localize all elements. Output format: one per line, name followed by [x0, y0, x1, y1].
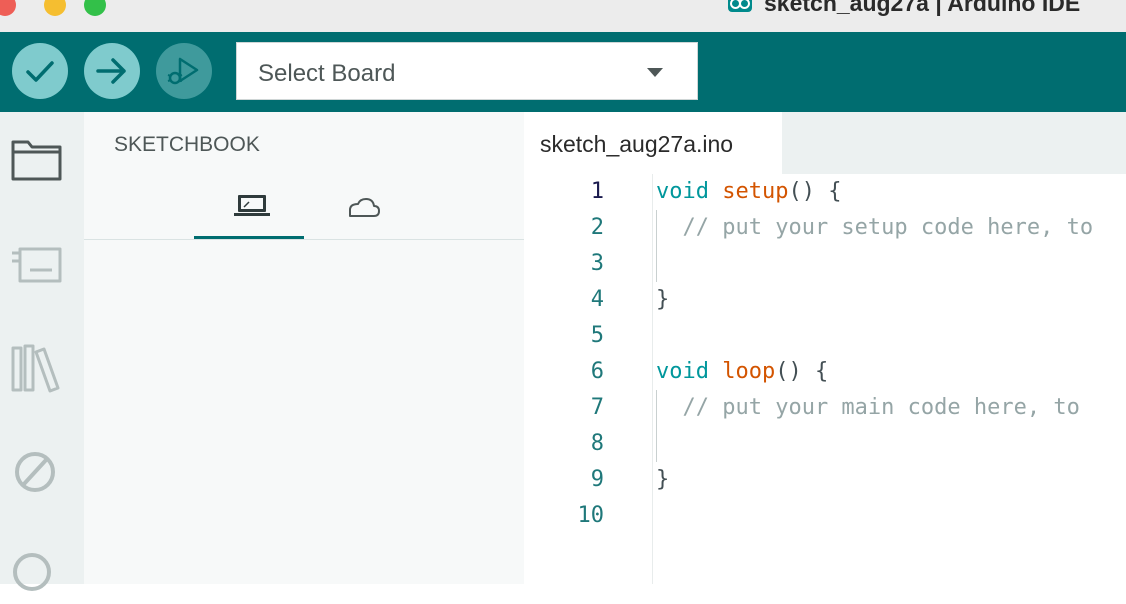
code-editor[interactable]: void setup() { // put your setup code he…: [656, 174, 1126, 584]
line-number-gutter: 1 2 3 4 5 6 7 8 9 10: [524, 174, 616, 584]
debug-disabled-icon: [15, 452, 55, 492]
cloud-icon: [349, 198, 380, 217]
close-window-button[interactable]: [0, 0, 16, 16]
arrow-right-icon: [96, 58, 126, 84]
keyword-token: void: [656, 359, 709, 384]
arduino-logo-icon: [728, 0, 752, 12]
file-tab-label: sketch_aug27a.ino: [540, 131, 734, 157]
library-manager-button[interactable]: [8, 340, 64, 396]
code-line: // put your main code here, to: [656, 395, 1080, 420]
maximize-window-button[interactable]: [84, 0, 106, 16]
window-title: sketch_aug27a | Arduino IDE: [764, 0, 1081, 16]
editor-area: sketch_aug27a.ino 1 2 3 4 5 6 7 8 9 10 v…: [524, 112, 1126, 584]
toolbar: Select Board: [0, 32, 1126, 112]
debug-panel-button[interactable]: [8, 444, 64, 500]
debug-button[interactable]: [156, 43, 212, 99]
function-token: setup: [722, 179, 789, 204]
debug-icon: [167, 57, 199, 85]
laptop-icon: [234, 195, 270, 216]
folder-icon: [11, 140, 62, 181]
code-line: void loop() {: [656, 354, 828, 390]
boards-manager-icon: [12, 247, 62, 283]
sidebar-title: SKETCHBOOK: [114, 133, 260, 156]
caret-down-icon: [647, 68, 663, 77]
line-number: 3: [590, 251, 604, 276]
upload-button[interactable]: [84, 43, 140, 99]
line-number: 9: [590, 467, 604, 492]
line-number: 4: [590, 287, 604, 312]
boards-manager-button[interactable]: [8, 236, 64, 292]
checkmark-icon: [26, 61, 54, 82]
sidebar-divider: [84, 239, 524, 240]
code-token: () {: [788, 179, 842, 204]
keyword-token: void: [656, 179, 709, 204]
line-number: 1: [590, 179, 604, 204]
tab-local-sketchbook[interactable]: [194, 176, 304, 240]
code-token: () {: [775, 359, 829, 384]
sketchbook-button[interactable]: [8, 132, 64, 188]
search-icon: [13, 553, 51, 591]
editor-tab-strip: sketch_aug27a.ino: [524, 112, 1126, 174]
minimize-window-button[interactable]: [44, 0, 66, 16]
line-number: 8: [590, 431, 604, 456]
code-line: }: [656, 467, 670, 492]
title-bar: sketch_aug27a | Arduino IDE: [0, 0, 1126, 32]
board-select-dropdown[interactable]: Select Board: [236, 42, 698, 100]
line-number: 6: [590, 359, 604, 384]
sketchbook-sidebar: SKETCHBOOK: [84, 112, 524, 584]
search-button[interactable]: [8, 548, 64, 604]
board-select-label: Select Board: [258, 60, 396, 87]
activity-bar: [0, 112, 84, 591]
line-number: 2: [590, 215, 604, 240]
line-number: 7: [590, 395, 604, 420]
code-line: void setup() {: [656, 174, 841, 210]
code-edge: [652, 174, 653, 584]
line-number: 5: [590, 323, 604, 348]
library-manager-icon: [11, 344, 60, 393]
verify-button[interactable]: [12, 43, 68, 99]
code-line: // put your setup code here, to: [656, 215, 1094, 240]
function-token: loop: [722, 359, 776, 384]
line-number: 10: [577, 503, 605, 528]
tab-cloud-sketchbook[interactable]: [308, 176, 418, 240]
code-line: }: [656, 287, 670, 312]
editor-file-tab[interactable]: sketch_aug27a.ino: [524, 112, 782, 174]
